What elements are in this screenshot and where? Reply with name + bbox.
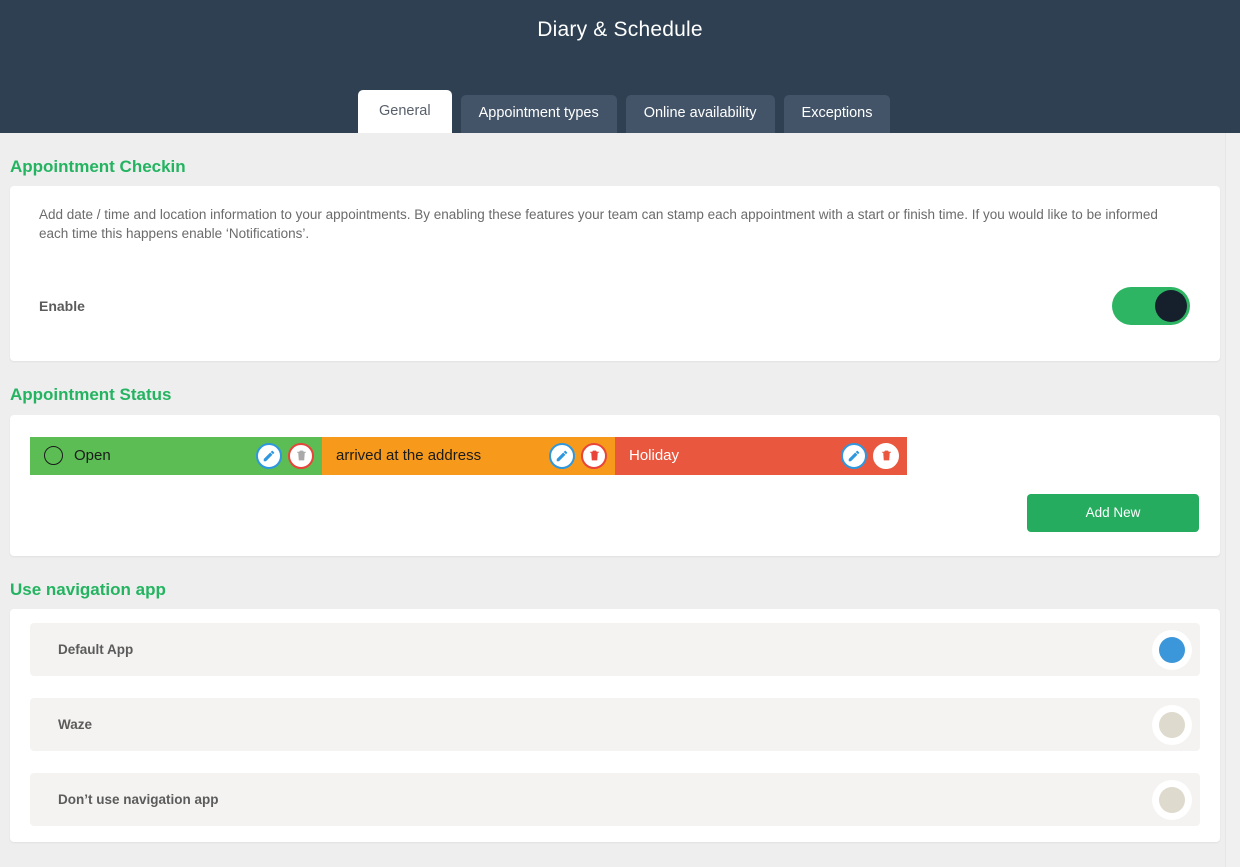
nav-option-label: Default App (58, 642, 134, 658)
enable-label: Enable (39, 297, 85, 314)
page-title: Diary & Schedule (537, 18, 703, 41)
tab-general-label: General (379, 102, 431, 119)
section-title-use-navigation-app: Use navigation app (10, 579, 166, 599)
nav-option-default-app[interactable]: Default App (30, 623, 1200, 677)
status-radio-icon[interactable] (44, 446, 63, 466)
nav-option-label: Don’t use navigation app (58, 792, 219, 808)
tab-general[interactable]: General (358, 90, 452, 133)
app-header: Diary & Schedule General Appointment typ… (0, 0, 1240, 133)
add-new-row: Add New (30, 493, 1200, 532)
tab-appointment-types[interactable]: Appointment types (460, 95, 617, 133)
navigation-app-card: Default App Waze Don’t use navigation ap… (10, 609, 1220, 843)
tab-bar: General Appointment types Online availab… (358, 90, 891, 133)
status-chip-arrived-at-the-address[interactable]: arrived at the address (322, 436, 615, 475)
status-chip-holiday[interactable]: Holiday (615, 436, 907, 475)
appointment-checkin-description: Add date / time and location information… (39, 207, 1158, 242)
page-content: Appointment Checkin Add date / time and … (0, 133, 1240, 867)
nav-option-label: Waze (58, 717, 93, 733)
status-chip-label: Open (74, 447, 111, 465)
radio-inner-dot (1159, 636, 1185, 663)
section-title-appointment-checkin: Appointment Checkin (10, 157, 186, 176)
radio-inner-dot (1159, 786, 1185, 813)
appointment-checkin-card: Add date / time and location information… (10, 186, 1220, 362)
tab-online-availability[interactable]: Online availability (625, 95, 775, 133)
status-chip-actions (549, 442, 607, 469)
nav-option-waze[interactable]: Waze (30, 698, 1200, 752)
radio-inner-dot (1159, 711, 1185, 738)
status-chip-label: arrived at the address (336, 447, 482, 465)
status-chip-actions (841, 442, 899, 469)
radio-button-dont-use-navigation-app[interactable] (1152, 779, 1192, 820)
radio-button-default-app[interactable] (1152, 629, 1192, 670)
vertical-scrollbar[interactable] (1225, 133, 1240, 867)
enable-row: Enable (30, 286, 1200, 325)
tab-exceptions[interactable]: Exceptions (783, 95, 891, 133)
tab-appointment-types-label: Appointment types (478, 105, 599, 122)
radio-button-waze[interactable] (1152, 704, 1192, 745)
status-chip-open[interactable]: Open (30, 436, 322, 475)
status-chip-label: Holiday (629, 447, 680, 465)
enable-toggle[interactable] (1112, 286, 1190, 325)
status-chip-actions (256, 442, 314, 469)
pencil-icon[interactable] (549, 442, 575, 469)
nav-option-dont-use-navigation-app[interactable]: Don’t use navigation app (30, 773, 1200, 827)
trash-icon[interactable] (288, 442, 314, 469)
pencil-icon[interactable] (256, 442, 282, 469)
trash-icon[interactable] (873, 442, 899, 469)
add-new-button[interactable]: Add New (1027, 493, 1199, 532)
tab-exceptions-label: Exceptions (801, 105, 873, 122)
pencil-icon[interactable] (841, 442, 867, 469)
trash-icon[interactable] (581, 442, 607, 469)
status-chip-list: Open arrived at the address Holiday (30, 436, 1200, 475)
enable-toggle-knob (1155, 289, 1187, 322)
tab-online-availability-label: Online availability (643, 105, 757, 122)
appointment-status-card: Open arrived at the address Holiday Add … (10, 414, 1220, 556)
section-title-appointment-status: Appointment Status (10, 385, 172, 405)
